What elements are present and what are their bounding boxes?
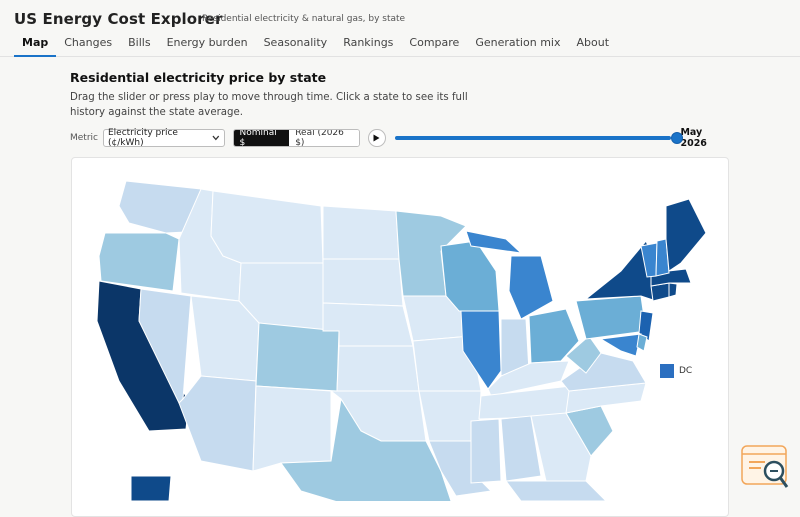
tab-map[interactable]: Map — [14, 34, 57, 57]
state-fl[interactable] — [505, 480, 607, 501]
us-choropleth-map — [96, 180, 707, 501]
time-slider[interactable] — [394, 132, 683, 144]
magnifier-logo-icon — [741, 445, 789, 488]
state-co[interactable] — [255, 322, 340, 392]
metric-label: Metric — [70, 133, 98, 143]
play-button[interactable] — [368, 129, 386, 147]
nominal-toggle-button[interactable]: Nominal $ — [233, 130, 290, 146]
map-card: DC — [71, 157, 729, 517]
state-de[interactable] — [636, 333, 648, 352]
dc-label: DC — [679, 366, 693, 376]
state-nd[interactable] — [322, 205, 400, 260]
state-az[interactable] — [178, 375, 257, 472]
state-ks[interactable] — [336, 345, 420, 392]
state-me[interactable] — [665, 198, 707, 272]
metric-select[interactable]: Electricity price (¢/kWh) — [102, 128, 225, 148]
state-md[interactable] — [599, 333, 642, 357]
state-ak[interactable] — [130, 475, 172, 501]
state-shapes — [96, 180, 707, 501]
state-pa[interactable] — [575, 295, 647, 340]
app-title: US Energy Cost Explorer — [14, 10, 223, 28]
current-date-label: May 2026 — [680, 127, 707, 149]
time-slider-thumb[interactable] — [670, 132, 683, 144]
dc-marker[interactable]: DC — [660, 364, 692, 378]
metric-select-value: Electricity price (¢/kWh) — [107, 128, 178, 148]
state-mt[interactable] — [210, 190, 324, 264]
tab-rankings[interactable]: Rankings — [335, 34, 401, 57]
state-or[interactable] — [98, 232, 180, 292]
state-sd[interactable] — [322, 258, 404, 307]
price-mode-toggle: Nominal $ Real (2026 $) — [232, 129, 361, 147]
state-nm[interactable] — [252, 385, 332, 472]
play-icon — [373, 134, 380, 142]
chevron-down-icon — [212, 135, 220, 141]
tab-compare[interactable]: Compare — [401, 34, 467, 57]
state-wi[interactable] — [440, 240, 500, 312]
real-toggle-button[interactable]: Real (2026 $) — [289, 130, 360, 146]
tab-about[interactable]: About — [568, 34, 617, 57]
map-controls: Metric Electricity price (¢/kWh) Nominal… — [70, 127, 730, 149]
tab-seasonality[interactable]: Seasonality — [256, 34, 336, 57]
time-slider-track — [394, 136, 672, 140]
tab-generation-mix[interactable]: Generation mix — [467, 34, 568, 57]
tab-changes[interactable]: Changes — [56, 34, 120, 57]
dc-swatch[interactable] — [660, 364, 674, 378]
state-ri[interactable] — [668, 282, 678, 298]
tab-energy-burden[interactable]: Energy burden — [159, 34, 256, 57]
panel-help-text: Drag the slider or press play to move th… — [70, 92, 468, 118]
map-panel-header: Residential electricity price by state D… — [70, 70, 730, 120]
state-ms[interactable] — [470, 418, 502, 484]
tab-bills[interactable]: Bills — [120, 34, 158, 57]
tab-bar: Map Changes Bills Energy burden Seasonal… — [14, 34, 617, 57]
app-subtitle: Residential electricity & natural gas, b… — [202, 14, 406, 24]
app-header: US Energy Cost Explorer Residential elec… — [0, 0, 800, 57]
panel-title: Residential electricity price by state — [70, 70, 327, 85]
